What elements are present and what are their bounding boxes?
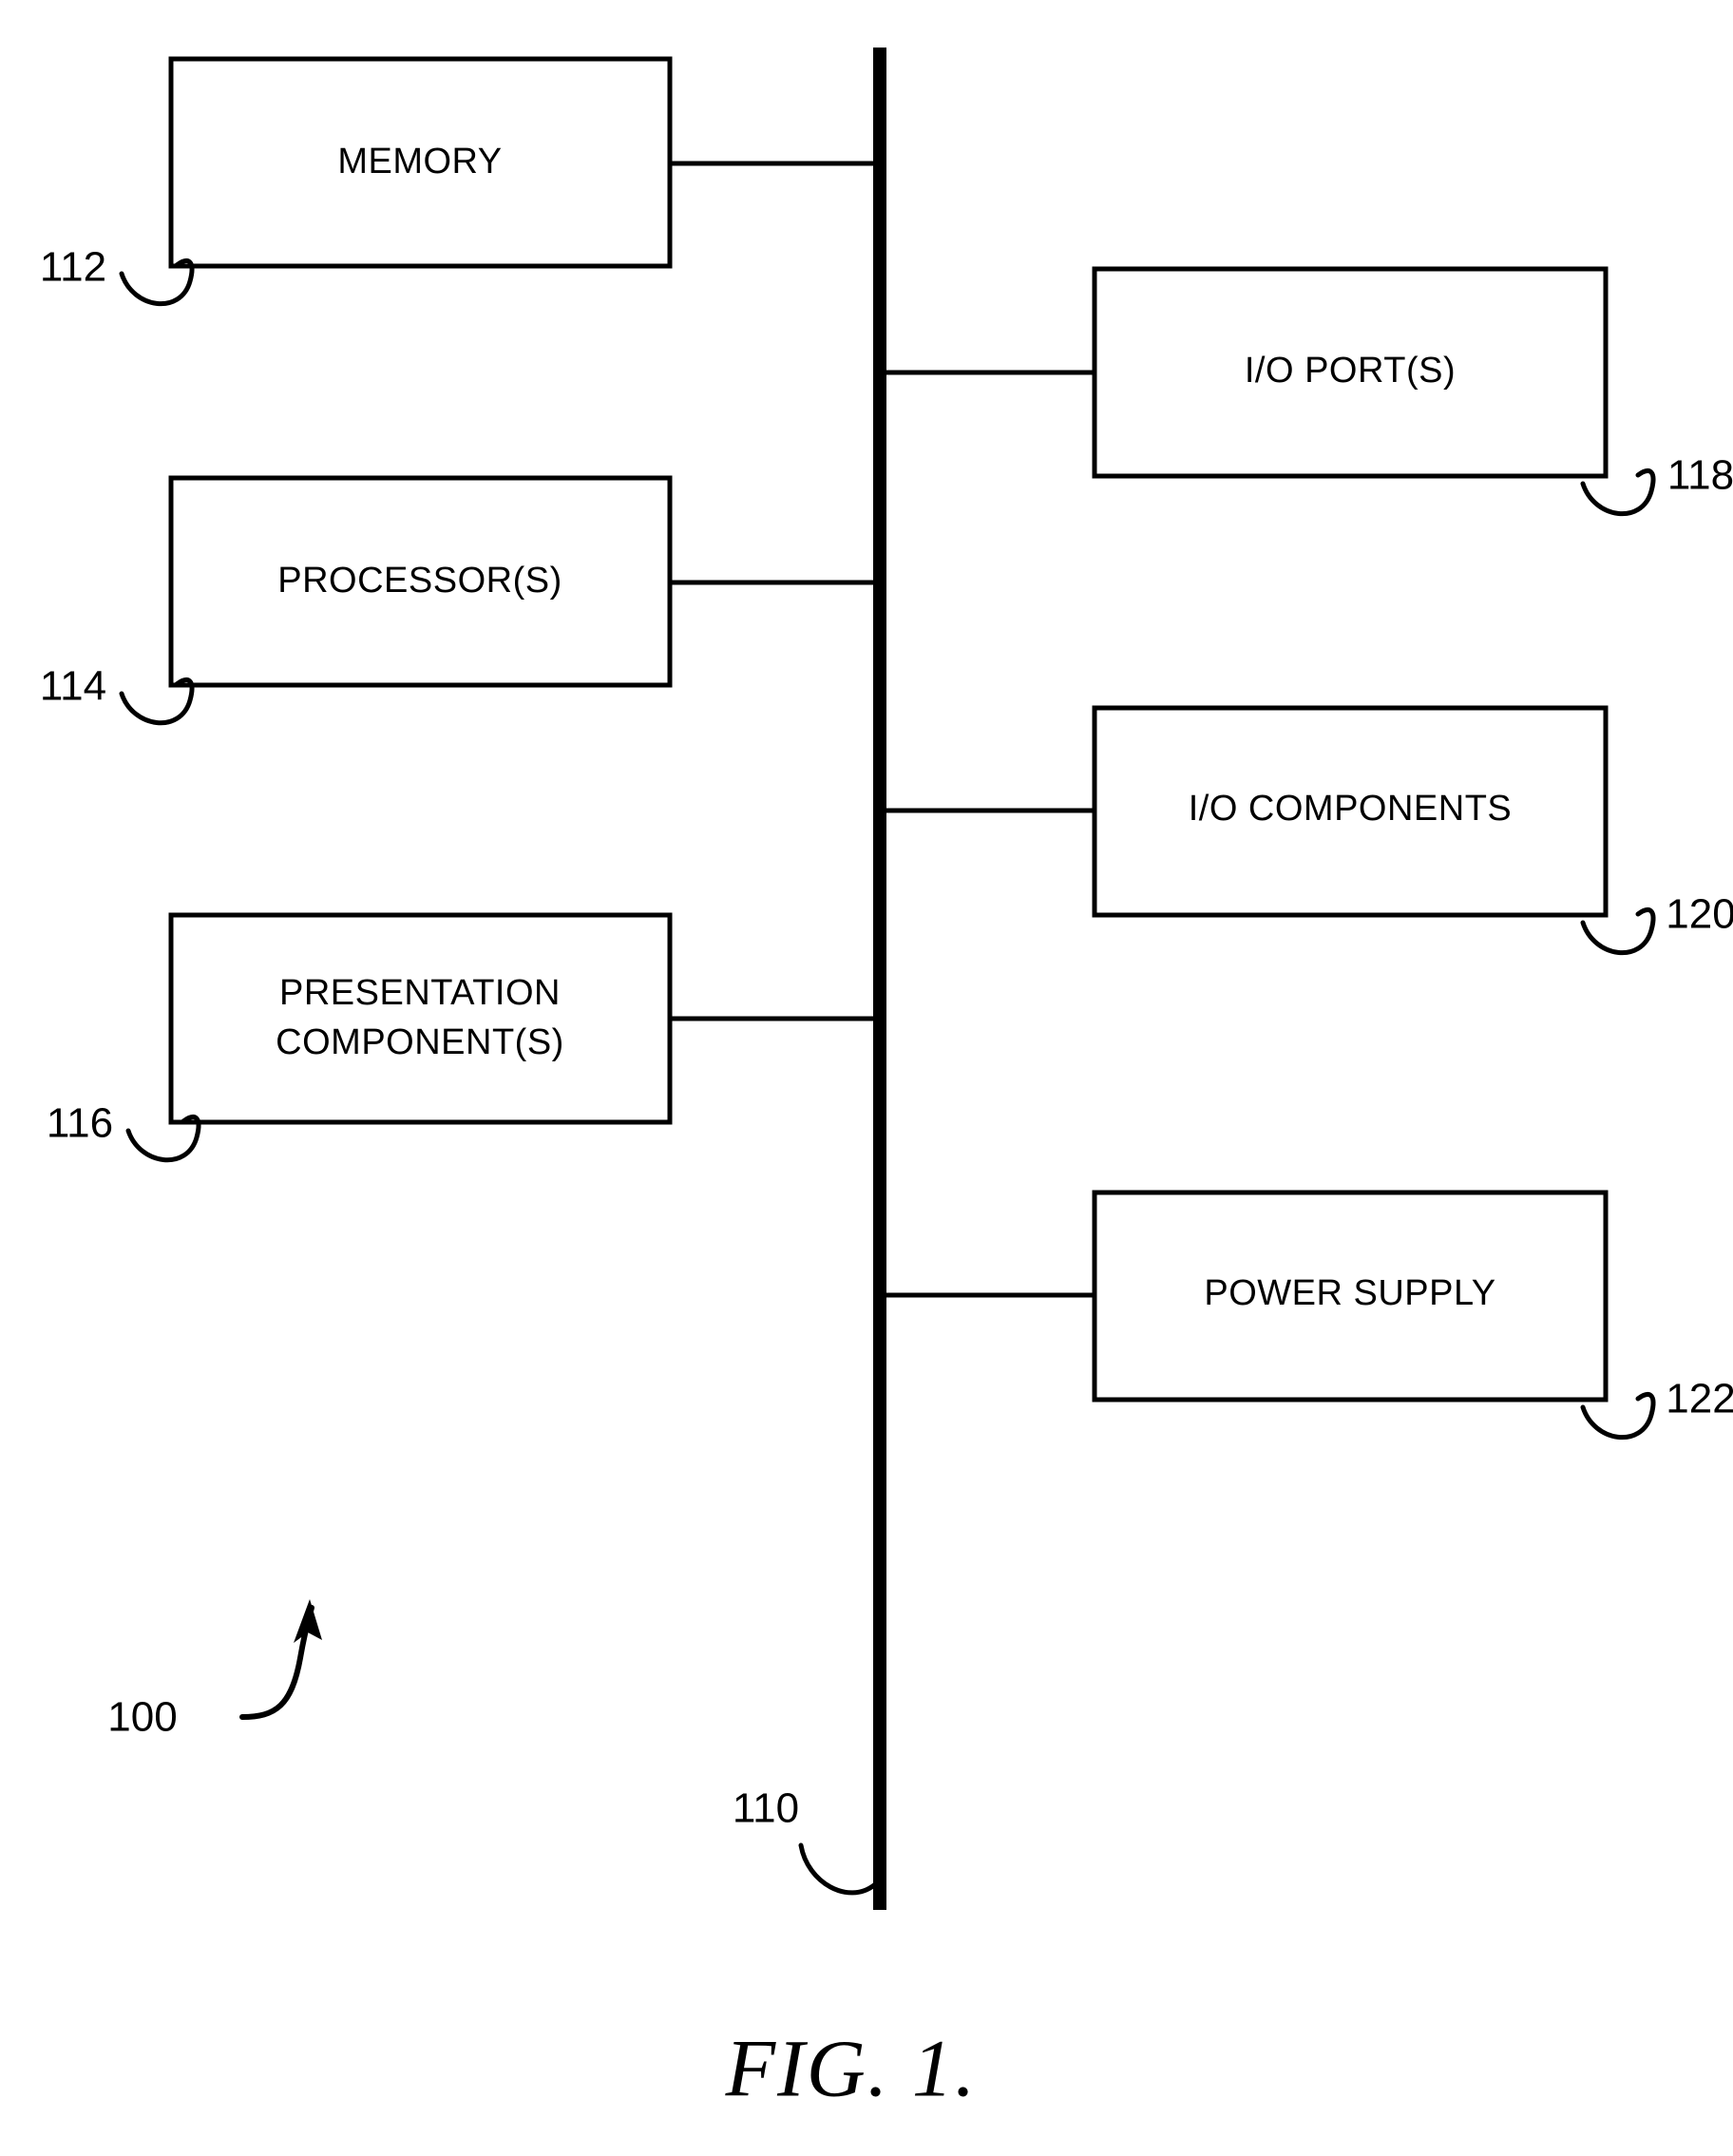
bus-ref-callout: 110 [733,1785,877,1896]
block-power-supply[interactable]: POWER SUPPLY 122 [880,1190,1733,1441]
block-presentation-components[interactable]: PRESENTATION COMPONENT(S) 116 [47,912,880,1163]
block-io-components[interactable]: I/O COMPONENTS 120 [880,705,1733,956]
presentation-components-box[interactable] [168,912,673,1125]
block-memory[interactable]: MEMORY 112 [40,56,880,307]
system-ref-number: 100 [107,1694,177,1741]
presentation-components-label-line1: PRESENTATION [279,973,561,1013]
bus-ref-leader [798,1842,877,1896]
figure-caption: FIG. 1. [725,2023,978,2114]
io-ports-ref-number: 118 [1667,452,1733,499]
processors-ref-number: 114 [40,663,106,710]
io-ports-label: I/O PORT(S) [1245,351,1456,391]
processors-label: PROCESSOR(S) [277,561,562,601]
io-components-ref-number: 120 [1666,891,1733,938]
system-ref-callout: 100 [107,1599,322,1741]
bus-ref-number: 110 [733,1785,799,1832]
block-diagram: MEMORY 112 PROCESSOR(S) 114 PRESENTATION… [40,48,1733,2114]
presentation-components-label-line2: COMPONENT(S) [276,1022,564,1062]
system-ref-arrow-head [294,1599,322,1643]
memory-ref-number: 112 [40,244,106,291]
presentation-components-ref-number: 116 [47,1100,113,1147]
memory-label: MEMORY [337,142,502,181]
power-supply-ref-number: 122 [1666,1376,1733,1422]
patent-figure-canvas: MEMORY 112 PROCESSOR(S) 114 PRESENTATION… [0,0,1733,2156]
power-supply-label: POWER SUPPLY [1204,1273,1495,1313]
block-processors[interactable]: PROCESSOR(S) 114 [40,475,880,726]
block-io-ports[interactable]: I/O PORT(S) 118 [880,266,1733,517]
io-components-label: I/O COMPONENTS [1189,789,1513,829]
